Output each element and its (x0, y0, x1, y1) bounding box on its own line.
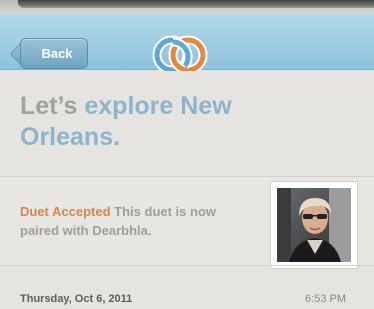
divider (0, 265, 374, 266)
duet-status-row[interactable]: Duet Accepted This duet is now paired wi… (0, 177, 374, 269)
back-button[interactable]: Back (20, 38, 88, 69)
bezel-shine (18, 0, 374, 8)
event-time: 6:53 PM (305, 293, 346, 305)
content-area: Let’s explore New Orleans. Duet Accepted… (0, 71, 374, 309)
back-button-label: Back (41, 46, 73, 61)
status-badge: Duet Accepted (20, 204, 111, 219)
user-photo (277, 188, 351, 262)
status-text: Duet Accepted This duet is now paired wi… (20, 202, 255, 240)
page-headline: Let’s explore New Orleans. (20, 91, 320, 153)
navigation-bar: Back (0, 14, 374, 75)
event-date: Thursday, Oct 6, 2011 (20, 293, 133, 305)
partner-avatar[interactable] (270, 181, 358, 269)
back-button-wrap[interactable]: Back (10, 26, 88, 69)
headline-prefix: Let’s (20, 92, 85, 120)
device-bezel (0, 0, 374, 14)
